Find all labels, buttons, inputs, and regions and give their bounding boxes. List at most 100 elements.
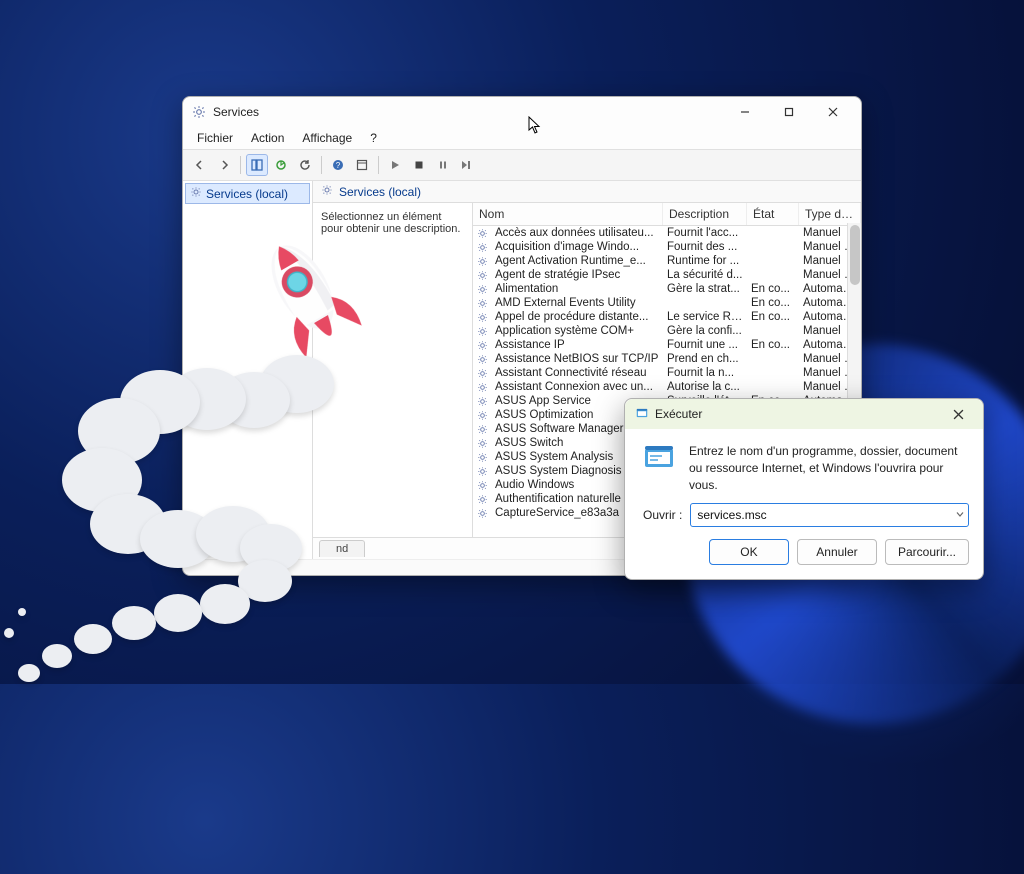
start-service-button[interactable] <box>384 154 406 176</box>
cell-desc: Fournit une ... <box>663 339 747 351</box>
table-row[interactable]: Assistant Connexion avec un...Autorise l… <box>473 380 861 394</box>
cell-desc: Prend en ch... <box>663 353 747 365</box>
gear-icon <box>473 326 491 337</box>
cell-desc: Fournit l'acc... <box>663 227 747 239</box>
cell-state: En co... <box>747 297 799 309</box>
menu-help[interactable]: ? <box>362 129 385 147</box>
cell-name: AMD External Events Utility <box>491 297 663 309</box>
column-startup[interactable]: Type de démarrage <box>799 203 861 225</box>
table-row[interactable]: Assistant Connectivité réseauFournit la … <box>473 366 861 380</box>
show-hide-tree-button[interactable] <box>246 154 268 176</box>
minimize-button[interactable] <box>723 98 767 126</box>
gear-icon <box>473 354 491 365</box>
menu-fichier[interactable]: Fichier <box>189 129 241 147</box>
tree-pane: Services (local) <box>183 181 313 559</box>
cell-state: En co... <box>747 283 799 295</box>
run-cancel-button[interactable]: Annuler <box>797 539 877 565</box>
column-name[interactable]: Nom <box>473 203 663 225</box>
description-pane: Sélectionnez un élément pour obtenir une… <box>313 203 473 537</box>
column-state[interactable]: État <box>747 203 799 225</box>
svg-text:?: ? <box>336 161 341 170</box>
maximize-button[interactable] <box>767 98 811 126</box>
gear-icon <box>473 242 491 253</box>
run-close-button[interactable] <box>939 401 977 427</box>
nav-back-button[interactable] <box>189 154 211 176</box>
cell-desc: Fournit des ... <box>663 241 747 253</box>
cell-name: Application système COM+ <box>491 325 663 337</box>
table-row[interactable]: AMD External Events UtilityEn co...Autom… <box>473 296 861 310</box>
restart-service-button[interactable] <box>456 154 478 176</box>
run-title: Exécuter <box>655 407 702 421</box>
cell-name: Accès aux données utilisateu... <box>491 227 663 239</box>
cell-name: Acquisition d'image Windo... <box>491 241 663 253</box>
table-row[interactable]: AlimentationGère la strat...En co...Auto… <box>473 282 861 296</box>
cell-name: Assistant Connectivité réseau <box>491 367 663 379</box>
run-app-icon <box>635 406 649 423</box>
gear-icon <box>473 284 491 295</box>
cell-name: Agent Activation Runtime_e... <box>491 255 663 267</box>
cell-name: Assistant Connexion avec un... <box>491 381 663 393</box>
gear-icon <box>473 340 491 351</box>
stop-service-button[interactable] <box>408 154 430 176</box>
export-list-button[interactable] <box>270 154 292 176</box>
cell-name: Appel de procédure distante... <box>491 311 663 323</box>
cell-state: En co... <box>747 339 799 351</box>
nav-forward-button[interactable] <box>213 154 235 176</box>
gear-icon <box>473 452 491 463</box>
table-row[interactable]: Acquisition d'image Windo...Fournit des … <box>473 240 861 254</box>
gear-icon <box>473 298 491 309</box>
cell-name: Assistance NetBIOS sur TCP/IP <box>491 353 663 365</box>
menu-action[interactable]: Action <box>243 129 292 147</box>
list-header: Services (local) <box>313 181 861 203</box>
gear-icon <box>473 466 491 477</box>
cell-desc: Autorise la c... <box>663 381 747 393</box>
window-title: Services <box>213 105 259 119</box>
gear-icon <box>473 396 491 407</box>
gear-icon <box>473 368 491 379</box>
cell-desc: Gère la confi... <box>663 325 747 337</box>
help-button[interactable]: ? <box>327 154 349 176</box>
cell-desc: La sécurité d... <box>663 269 747 281</box>
run-titlebar: Exécuter <box>625 399 983 429</box>
table-row[interactable]: Agent Activation Runtime_e...Runtime for… <box>473 254 861 268</box>
gear-icon <box>473 228 491 239</box>
gear-icon <box>473 410 491 421</box>
run-description: Entrez le nom d'un programme, dossier, d… <box>689 443 965 493</box>
refresh-button[interactable] <box>294 154 316 176</box>
titlebar: Services <box>183 97 861 127</box>
pause-service-button[interactable] <box>432 154 454 176</box>
toolbar: ? <box>183 149 861 181</box>
table-row[interactable]: Assistance IPFournit une ...En co...Auto… <box>473 338 861 352</box>
properties-button[interactable] <box>351 154 373 176</box>
table-row[interactable]: Agent de stratégie IPsecLa sécurité d...… <box>473 268 861 282</box>
table-row[interactable]: Accès aux données utilisateu...Fournit l… <box>473 226 861 240</box>
cell-state: En co... <box>747 311 799 323</box>
services-gear-icon <box>191 104 207 120</box>
gear-icon <box>473 438 491 449</box>
run-ok-button[interactable]: OK <box>709 539 789 565</box>
cell-desc: Le service RP... <box>663 311 747 323</box>
gear-icon <box>473 270 491 281</box>
gear-icon <box>473 256 491 267</box>
cell-desc: Fournit la n... <box>663 367 747 379</box>
table-row[interactable]: Application système COM+Gère la confi...… <box>473 324 861 338</box>
table-row[interactable]: Assistance NetBIOS sur TCP/IPPrend en ch… <box>473 352 861 366</box>
menu-affichage[interactable]: Affichage <box>294 129 360 147</box>
run-input[interactable] <box>690 503 969 527</box>
footer-tab[interactable]: nd <box>319 540 365 557</box>
list-header-label: Services (local) <box>339 185 421 199</box>
gear-icon <box>473 480 491 491</box>
tree-node-services-local[interactable]: Services (local) <box>185 183 310 204</box>
run-dialog-icon <box>643 443 677 473</box>
cell-desc: Gère la strat... <box>663 283 747 295</box>
close-button[interactable] <box>811 98 855 126</box>
table-row[interactable]: Appel de procédure distante...Le service… <box>473 310 861 324</box>
column-description[interactable]: Description <box>663 203 747 225</box>
gear-icon <box>190 186 202 201</box>
gear-icon <box>473 508 491 519</box>
gear-icon <box>473 382 491 393</box>
tree-node-label: Services (local) <box>206 187 288 201</box>
description-hint: Sélectionnez un élément pour obtenir une… <box>321 211 464 235</box>
run-dialog: Exécuter Entrez le nom d'un programme, d… <box>624 398 984 580</box>
run-browse-button[interactable]: Parcourir... <box>885 539 969 565</box>
